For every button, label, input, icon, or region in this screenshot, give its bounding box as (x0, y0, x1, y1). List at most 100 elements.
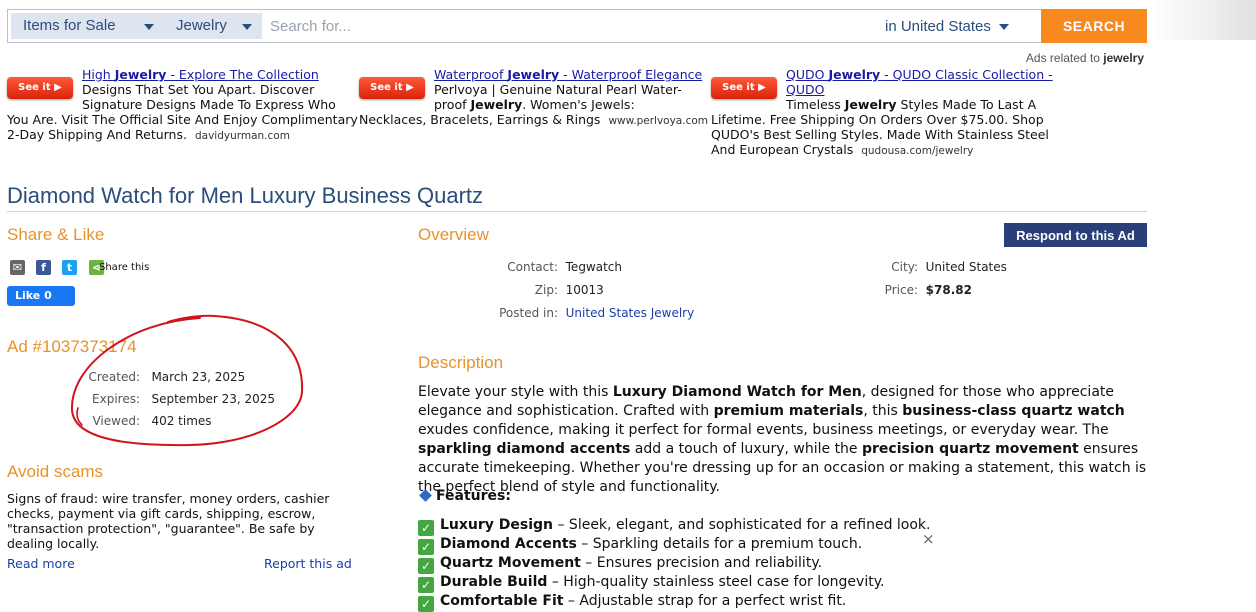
ad-domain[interactable]: www.perlvoya.com (608, 115, 708, 127)
created-row: Created: March 23, 2025 (50, 370, 245, 384)
sponsored-ad-3: See it ▶ QUDO Jewelry - QUDO Classic Col… (711, 67, 1056, 162)
price-row: Price: $78.82 (818, 283, 972, 297)
ad-text: Timeless (786, 97, 845, 112)
city-row: City: United States (818, 260, 1007, 274)
category-select[interactable]: Items for Sale (11, 13, 164, 39)
city-value: United States (925, 260, 1007, 274)
search-input[interactable] (268, 13, 868, 39)
feature-item: ✓ Luxury Design – Sleek, elegant, and sop… (418, 517, 930, 536)
created-value: March 23, 2025 (151, 370, 246, 384)
feature-text: – Adjustable strap for a perfect wrist f… (563, 593, 847, 609)
read-more-link[interactable]: Read more (7, 556, 75, 571)
feature-name: Quartz Movement (440, 555, 581, 571)
contact-row: Contact: Tegwatch (458, 260, 622, 274)
share-this-link[interactable]: Share this (99, 262, 149, 273)
checkmark-icon: ✓ (418, 539, 434, 555)
ad-text-line: Lifetime. Free Shipping On Orders Over $… (711, 112, 1044, 127)
feature-text: – High-quality stainless steel case for … (547, 574, 885, 590)
zip-label: Zip: (534, 283, 558, 297)
ad-text-line: proof Jewelry. Women's Jewels: (434, 97, 635, 112)
ad-text: And European Crystals (711, 142, 854, 157)
ads-related-label: Ads related to jewelry (920, 51, 1144, 65)
ad-text: 2-Day Shipping And Returns. (7, 127, 187, 142)
location-select-label: in United States (885, 18, 991, 35)
expires-row: Expires: September 23, 2025 (50, 392, 275, 406)
ad-text-line: Perlvoya | Genuine Natural Pearl Water- (434, 82, 682, 97)
ad-title-link-cont[interactable]: QUDO (786, 82, 824, 97)
ad-text: proof (434, 97, 471, 112)
price-value: $78.82 (925, 283, 972, 297)
ad-title-link[interactable]: Waterproof Jewelry - Waterproof Elegance (434, 67, 702, 82)
feature-item: ✓ Durable Build – High-quality stainless … (418, 574, 884, 593)
features-heading-label: Features: (436, 488, 511, 504)
ad-domain[interactable]: qudousa.com/jewelry (861, 145, 973, 157)
feature-name: Durable Build (440, 574, 548, 590)
report-ad-link[interactable]: Report this ad (264, 556, 352, 571)
created-label: Created: (88, 370, 140, 384)
subcategory-select[interactable]: Jewelry (164, 13, 262, 39)
ad-title-part: - QUDO Classic Collection - (880, 67, 1053, 82)
ad-text: . Women's Jewels: (522, 97, 635, 112)
avoid-scams-text: Signs of fraud: wire transfer, money ord… (7, 491, 330, 551)
ad-title-keyword: Jewelry (114, 67, 167, 82)
ad-domain[interactable]: davidyurman.com (195, 130, 290, 142)
desc-bold: business-class quartz watch (902, 403, 1125, 419)
search-bar: Items for Sale Jewelry in United States … (7, 9, 1147, 43)
posted-label: Posted in: (499, 306, 558, 320)
description-text: Elevate your style with this Luxury Diam… (418, 383, 1148, 497)
ad-title-part: QUDO (786, 82, 825, 97)
ad-text-line: Necklaces, Bracelets, Earrings & Rings ww… (359, 112, 708, 129)
window-edge-shade (1150, 0, 1256, 40)
overview-heading: Overview (418, 225, 489, 244)
ad-text: Styles Made To Last A (896, 97, 1037, 112)
search-button[interactable]: SEARCH (1041, 9, 1147, 43)
contact-label: Contact: (507, 260, 558, 274)
features-heading: Features: (418, 488, 511, 504)
ad-text-line: Designs That Set You Apart. Discover (82, 82, 315, 97)
divider (7, 211, 1147, 212)
ad-title-link[interactable]: High Jewelry - Explore The Collection (82, 67, 319, 82)
desc-bold: Luxury Diamond Watch for Men (612, 384, 862, 400)
desc-text: exudes confidence, making it perfect for… (418, 422, 1109, 438)
ad-title-part: Waterproof (434, 67, 508, 82)
zip-value: 10013 (565, 283, 604, 297)
chevron-down-icon (144, 24, 154, 30)
expires-label: Expires: (92, 392, 140, 406)
posted-category-link[interactable]: United States Jewelry (566, 306, 695, 320)
location-select[interactable]: in United States (885, 14, 1009, 40)
ads-related-prefix: Ads related to (1025, 51, 1100, 65)
posted-row: Posted in: United States Jewelry (458, 306, 694, 320)
desc-bold: precision quartz movement (862, 441, 1079, 457)
checkmark-icon: ✓ (418, 596, 434, 612)
like-button[interactable]: Like 0 (7, 286, 75, 306)
chevron-down-icon (242, 24, 252, 30)
ads-related-term: jewelry (1103, 51, 1144, 65)
respond-to-ad-button[interactable]: Respond to this Ad (1004, 223, 1147, 247)
see-it-button[interactable]: See it ▶ (359, 77, 425, 99)
facebook-icon[interactable]: f (36, 260, 51, 275)
share-like-heading: Share & Like (7, 225, 105, 244)
contact-value: Tegwatch (565, 260, 623, 274)
city-label: City: (891, 260, 918, 274)
ad-title-part: QUDO (786, 67, 829, 82)
ad-text-line: You Are. Visit The Official Site And Enj… (7, 112, 358, 127)
subcategory-select-label: Jewelry (176, 17, 227, 34)
email-icon[interactable]: ✉ (10, 260, 25, 275)
see-it-button[interactable]: See it ▶ (7, 77, 73, 99)
expires-value: September 23, 2025 (151, 392, 276, 406)
desc-bold: premium materials (713, 403, 864, 419)
price-label: Price: (884, 283, 918, 297)
ad-title-link[interactable]: QUDO Jewelry - QUDO Classic Collection - (786, 67, 1053, 82)
desc-bold: sparkling diamond accents (418, 441, 631, 457)
ad-keyword: Jewelry (470, 97, 523, 112)
page-title: Diamond Watch for Men Luxury Business Qu… (7, 183, 484, 208)
twitter-icon[interactable]: t (62, 260, 77, 275)
see-it-button[interactable]: See it ▶ (711, 77, 777, 99)
close-icon[interactable]: × (922, 530, 935, 548)
feature-item: ✓ Quartz Movement – Ensures precision and… (418, 555, 822, 574)
category-select-label: Items for Sale (23, 17, 116, 34)
ad-title-keyword: Jewelry (507, 67, 560, 82)
chevron-down-icon (998, 24, 1009, 31)
avoid-scams-heading: Avoid scams (7, 462, 104, 481)
feature-text: – Ensures precision and reliability. (580, 555, 823, 571)
